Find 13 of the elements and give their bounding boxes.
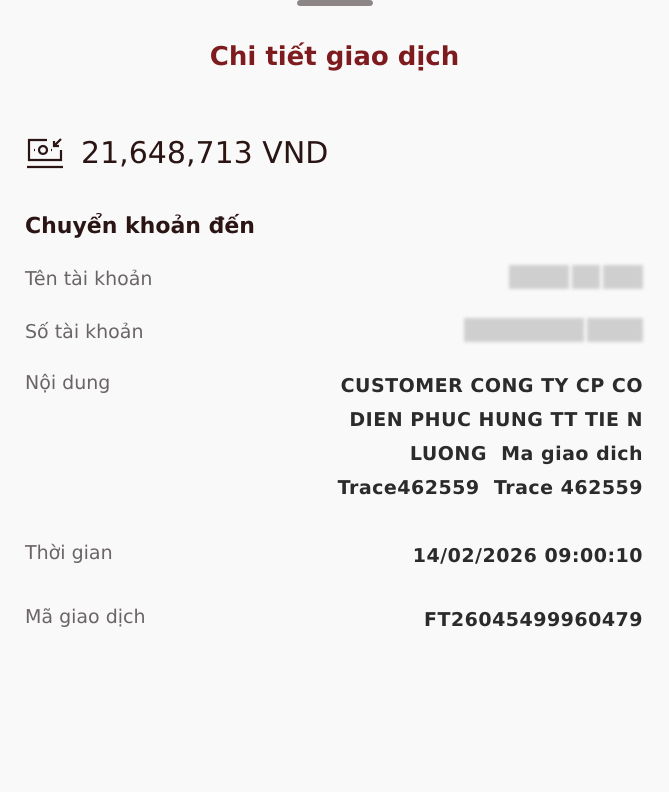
- field-label: Số tài khoản: [25, 320, 144, 344]
- drag-handle[interactable]: [296, 0, 372, 6]
- field-label: Thời gian: [25, 541, 113, 566]
- field-value: 14/02/2026 09:00:10: [412, 544, 643, 569]
- field-value: FT26045499960479: [422, 608, 643, 633]
- amount-text: 21,648,713 VND: [81, 135, 328, 173]
- field-label: Mã giao dịch: [25, 605, 146, 630]
- field-value: CUSTOMER CONG TY CP CO DIEN PHUC HUNG TT TIE N LUONG Ma giao dich Trace462559 Trace 462559: [336, 374, 643, 501]
- field-label: Nội dung: [25, 371, 110, 396]
- money-transfer-icon: [25, 136, 65, 170]
- field-label: Tên tài khoản: [25, 267, 152, 292]
- section-heading: Chuyển khoản đến: [24, 212, 256, 241]
- sheet-title: Chi tiết giao dịch: [208, 41, 460, 74]
